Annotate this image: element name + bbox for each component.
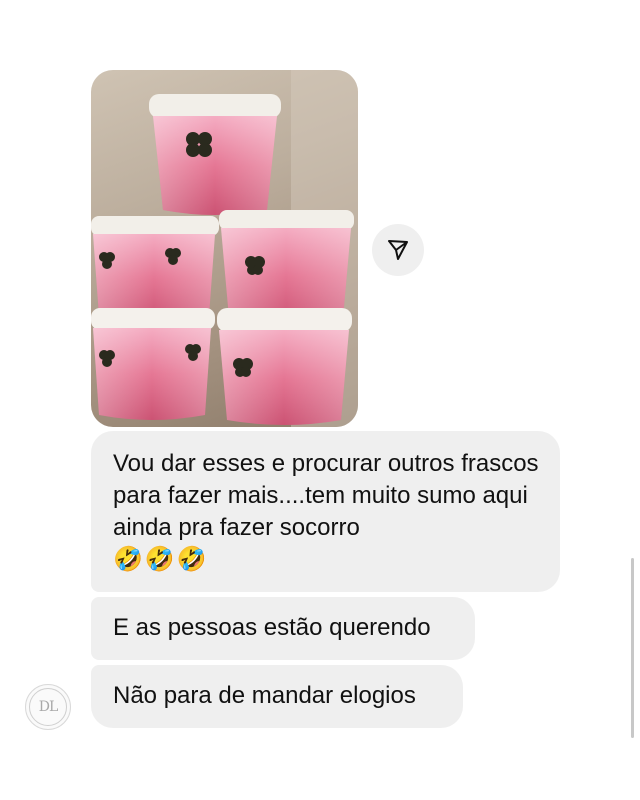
avatar-monogram: DL bbox=[29, 688, 67, 726]
message-bubble[interactable]: E as pessoas estão querendo bbox=[91, 597, 475, 660]
paper-plane-icon bbox=[388, 240, 408, 260]
scrollbar[interactable] bbox=[631, 558, 634, 738]
message-bubble[interactable]: Não para de mandar elogios bbox=[91, 665, 463, 728]
share-button[interactable] bbox=[372, 224, 424, 276]
message-text: E as pessoas estão querendo bbox=[113, 614, 431, 641]
sender-avatar[interactable]: DL bbox=[25, 684, 71, 730]
message-text: Não para de mandar elogios bbox=[113, 682, 416, 709]
jars-photo-illustration bbox=[91, 70, 358, 427]
emoji-reaction-text: 🤣🤣🤣 bbox=[113, 546, 209, 573]
message-text: Vou dar esses e procurar outros frascos … bbox=[113, 450, 539, 541]
message-bubble[interactable]: Vou dar esses e procurar outros frascos … bbox=[91, 431, 560, 592]
photo-message[interactable] bbox=[91, 70, 358, 427]
